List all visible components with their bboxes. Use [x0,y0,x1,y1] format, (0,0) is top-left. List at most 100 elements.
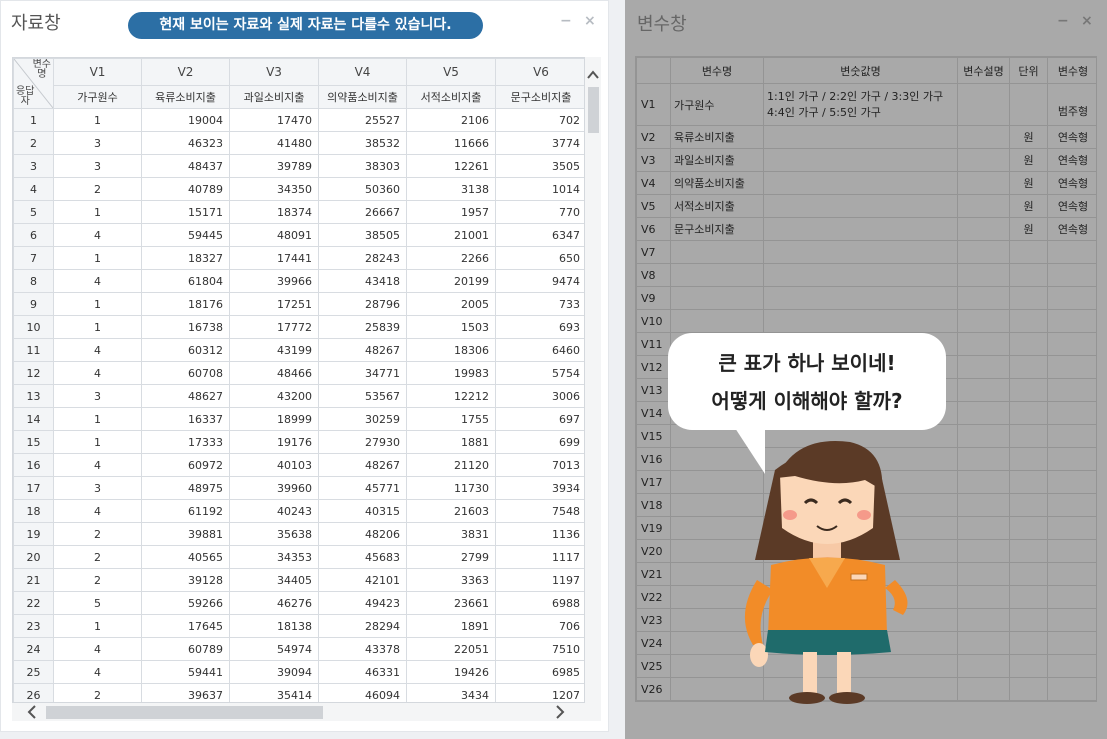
table-cell[interactable]: 39637 [141,683,230,702]
table-cell[interactable]: 1 [53,315,142,339]
column-id-header[interactable]: V5 [406,58,496,86]
table-cell[interactable]: 25527 [318,108,407,132]
horizontal-scrollbar[interactable] [12,703,601,721]
variable-id[interactable]: V17 [636,470,671,494]
table-row[interactable]: 4 2 40789 34350 50360 3138 1014 [13,177,584,201]
variable-type-cell[interactable]: 연속형 [1047,217,1096,241]
unit-cell[interactable] [1009,263,1048,287]
table-cell[interactable]: 59445 [141,223,230,247]
column-label-header[interactable]: 가구원수 [53,85,142,109]
value-label-cell[interactable] [763,217,958,241]
table-cell[interactable]: 60789 [141,637,230,661]
table-cell[interactable]: 2 [53,568,142,592]
value-label-cell[interactable] [763,194,958,218]
table-cell[interactable]: 2 [53,522,142,546]
variable-description-cell[interactable] [957,217,1010,241]
variable-name-cell[interactable] [670,286,764,310]
variable-description-cell[interactable] [957,470,1010,494]
table-cell[interactable]: 1 [53,108,142,132]
table-row[interactable]: 6 4 59445 48091 38505 21001 6347 [13,223,584,247]
column-label-header[interactable]: 서적소비지출 [406,85,496,109]
table-row[interactable]: 25 4 59441 39094 46331 19426 6985 [13,660,584,684]
row-number[interactable]: 26 [13,683,54,702]
table-cell[interactable]: 16738 [141,315,230,339]
table-row[interactable]: 19 2 39881 35638 48206 3831 1136 [13,522,584,546]
table-cell[interactable]: 28294 [318,614,407,638]
table-cell[interactable]: 60972 [141,453,230,477]
table-cell[interactable]: 21120 [406,453,496,477]
row-number[interactable]: 17 [13,476,54,500]
variable-type-cell[interactable] [1047,378,1096,402]
table-row[interactable]: 9 1 18176 17251 28796 2005 733 [13,292,584,316]
table-cell[interactable]: 1 [53,292,142,316]
variable-description-cell[interactable] [957,332,1010,356]
variable-id[interactable]: V1 [636,83,671,126]
table-cell[interactable]: 61192 [141,499,230,523]
variable-description-cell[interactable] [957,654,1010,678]
variable-type-cell[interactable] [1047,608,1096,632]
chevron-up-icon[interactable] [587,69,599,83]
variable-description-cell[interactable] [957,631,1010,655]
table-cell[interactable]: 4 [53,361,142,385]
table-row[interactable]: 12 4 60708 48466 34771 19983 5754 [13,361,584,385]
variable-row[interactable]: V4 의약품소비지출 원 연속형 [636,171,1096,195]
table-cell[interactable]: 42101 [318,568,407,592]
table-cell[interactable]: 17645 [141,614,230,638]
table-cell[interactable]: 38532 [318,131,407,155]
row-number[interactable]: 4 [13,177,54,201]
table-cell[interactable]: 20199 [406,269,496,293]
table-row[interactable]: 21 2 39128 34405 42101 3363 1197 [13,568,584,592]
table-cell[interactable]: 5 [53,591,142,615]
variable-id[interactable]: V8 [636,263,671,287]
table-cell[interactable]: 3 [53,384,142,408]
table-cell[interactable]: 35414 [229,683,319,702]
table-row[interactable]: 10 1 16738 17772 25839 1503 693 [13,315,584,339]
variable-description-cell[interactable] [957,309,1010,333]
table-cell[interactable]: 25839 [318,315,407,339]
unit-cell[interactable]: 원 [1009,217,1048,241]
table-cell[interactable]: 11666 [406,131,496,155]
variable-type-cell[interactable] [1047,539,1096,563]
unit-cell[interactable] [1009,470,1048,494]
variable-row[interactable]: V7 [636,240,1096,264]
variable-type-cell[interactable]: 연속형 [1047,171,1096,195]
table-cell[interactable]: 43199 [229,338,319,362]
table-cell[interactable]: 1881 [406,430,496,454]
minimize-button[interactable]: − [560,14,572,28]
table-cell[interactable]: 18138 [229,614,319,638]
table-cell[interactable]: 3138 [406,177,496,201]
variable-row[interactable]: V6 문구소비지출 원 연속형 [636,217,1096,241]
unit-cell[interactable] [1009,539,1048,563]
variable-description-cell[interactable] [957,401,1010,425]
table-cell[interactable]: 3363 [406,568,496,592]
table-row[interactable]: 8 4 61804 39966 43418 20199 9474 [13,269,584,293]
variable-description-cell[interactable] [957,240,1010,264]
table-cell[interactable]: 38303 [318,154,407,178]
table-cell[interactable]: 702 [495,108,584,132]
table-cell[interactable]: 35638 [229,522,319,546]
table-cell[interactable]: 46323 [141,131,230,155]
table-cell[interactable]: 17441 [229,246,319,270]
table-cell[interactable]: 3434 [406,683,496,702]
table-cell[interactable]: 1 [53,246,142,270]
minimize-button[interactable]: − [1057,14,1069,28]
chevron-right-icon[interactable] [555,703,565,723]
variable-type-cell[interactable] [1047,493,1096,517]
table-cell[interactable]: 650 [495,246,584,270]
table-cell[interactable]: 19983 [406,361,496,385]
variable-id[interactable]: V6 [636,217,671,241]
table-cell[interactable]: 2 [53,683,142,702]
variable-id[interactable]: V22 [636,585,671,609]
table-cell[interactable]: 61804 [141,269,230,293]
table-cell[interactable]: 39960 [229,476,319,500]
variable-id[interactable]: V13 [636,378,671,402]
table-cell[interactable]: 6460 [495,338,584,362]
table-row[interactable]: 7 1 18327 17441 28243 2266 650 [13,246,584,270]
table-cell[interactable]: 48091 [229,223,319,247]
row-number[interactable]: 14 [13,407,54,431]
row-number[interactable]: 21 [13,568,54,592]
unit-cell[interactable] [1009,401,1048,425]
table-row[interactable]: 24 4 60789 54974 43378 22051 7510 [13,637,584,661]
table-cell[interactable]: 54974 [229,637,319,661]
variable-description-cell[interactable] [957,355,1010,379]
